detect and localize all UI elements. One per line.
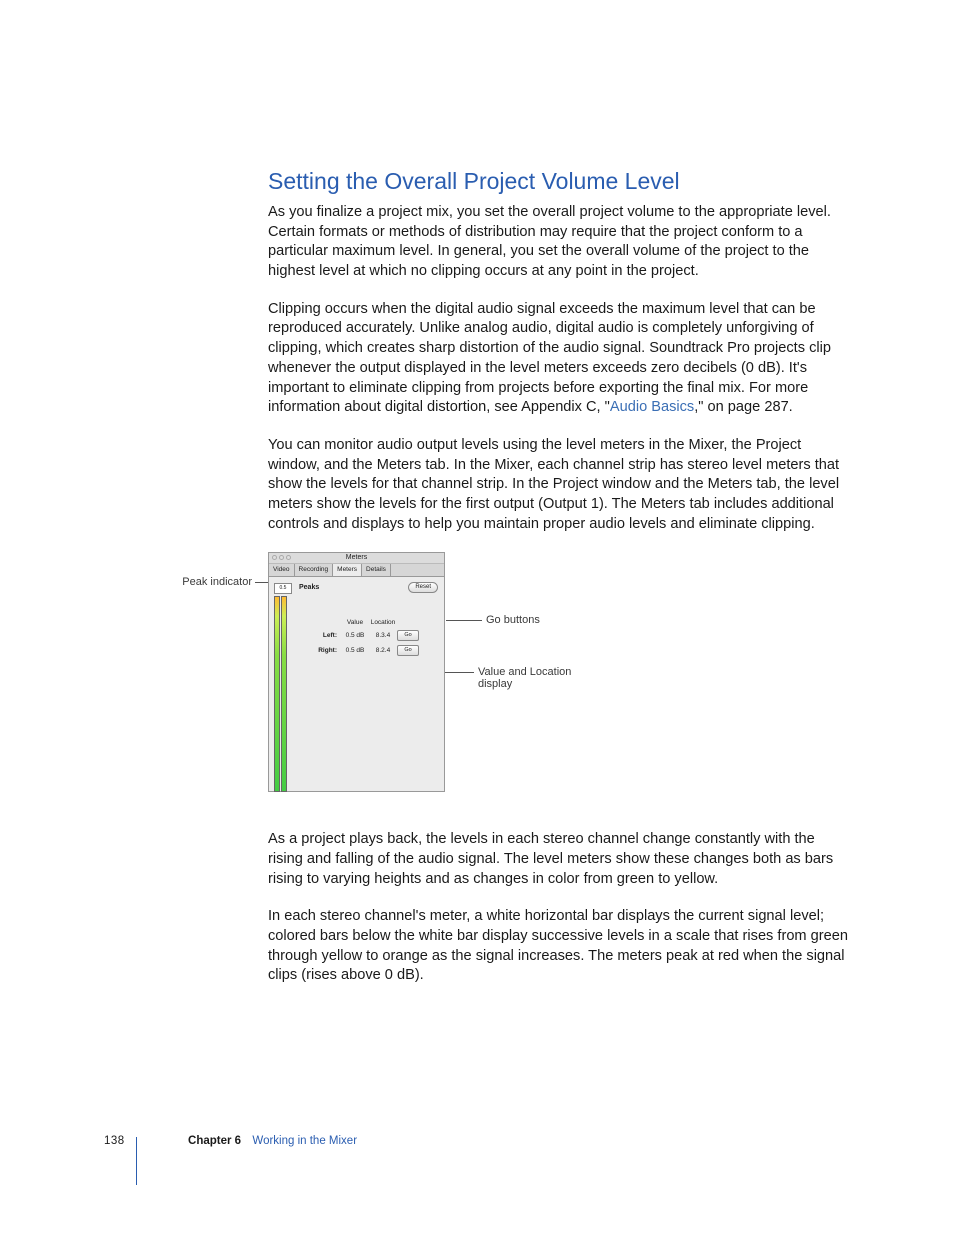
- panel-tabs: Video Recording Meters Details: [269, 564, 444, 577]
- paragraph-playback: As a project plays back, the levels in e…: [268, 830, 848, 889]
- page-number: 138: [104, 1135, 125, 1147]
- panel-titlebar: Meters: [269, 553, 444, 564]
- meter-right: [281, 596, 287, 792]
- go-button-left[interactable]: Go: [397, 630, 419, 641]
- minimize-icon[interactable]: [279, 555, 284, 560]
- callout-go-buttons: Go buttons: [486, 614, 540, 626]
- meter-left: [274, 596, 280, 792]
- row-left-value: 0.5 dB: [341, 632, 369, 639]
- peak-indicator-readout: 0.5: [274, 583, 292, 594]
- row-right-location: 8.2.4: [369, 647, 397, 654]
- chapter-title: Working in the Mixer: [252, 1135, 357, 1147]
- row-right-value: 0.5 dB: [341, 647, 369, 654]
- section-heading: Setting the Overall Project Volume Level: [268, 168, 848, 195]
- tab-details[interactable]: Details: [362, 564, 391, 576]
- paragraph-stereo-channel: In each stereo channel's meter, a white …: [268, 907, 848, 986]
- tab-recording[interactable]: Recording: [295, 564, 334, 576]
- paragraph-intro: As you finalize a project mix, you set t…: [268, 203, 848, 282]
- callout-value-location: Value and Location display: [478, 666, 588, 690]
- reset-button[interactable]: Reset: [408, 582, 438, 593]
- row-left-label: Left:: [311, 632, 341, 639]
- paragraph-clipping-b: ," on page 287.: [694, 399, 793, 415]
- col-location: Location: [369, 619, 397, 626]
- paragraph-clipping: Clipping occurs when the digital audio s…: [268, 300, 848, 418]
- peaks-label: Peaks: [299, 584, 319, 591]
- paragraph-monitor: You can monitor audio output levels usin…: [268, 436, 848, 534]
- panel-title: Meters: [346, 554, 367, 561]
- meters-figure: Peak indicator Go buttons Value and Loca…: [180, 552, 880, 812]
- footer-rule: [136, 1137, 137, 1185]
- peaks-table: Value Location Left: 0.5 dB 8.3.4 Go Rig…: [311, 619, 421, 656]
- tab-meters[interactable]: Meters: [333, 564, 362, 576]
- meters-panel: Meters Video Recording Meters Details 0.…: [268, 552, 445, 792]
- page-footer: 138 Chapter 6 Working in the Mixer: [104, 1133, 357, 1147]
- tab-video[interactable]: Video: [269, 564, 295, 576]
- close-icon[interactable]: [272, 555, 277, 560]
- audio-basics-link[interactable]: Audio Basics: [610, 399, 694, 415]
- zoom-icon[interactable]: [286, 555, 291, 560]
- col-value: Value: [341, 619, 369, 626]
- callout-peak-indicator: Peak indicator: [172, 576, 252, 588]
- window-controls[interactable]: [272, 555, 291, 560]
- go-button-right[interactable]: Go: [397, 645, 419, 656]
- level-meters: 0.5: [274, 583, 292, 793]
- row-left-location: 8.3.4: [369, 632, 397, 639]
- chapter-label: Chapter 6: [188, 1135, 241, 1147]
- row-right-label: Right:: [311, 647, 341, 654]
